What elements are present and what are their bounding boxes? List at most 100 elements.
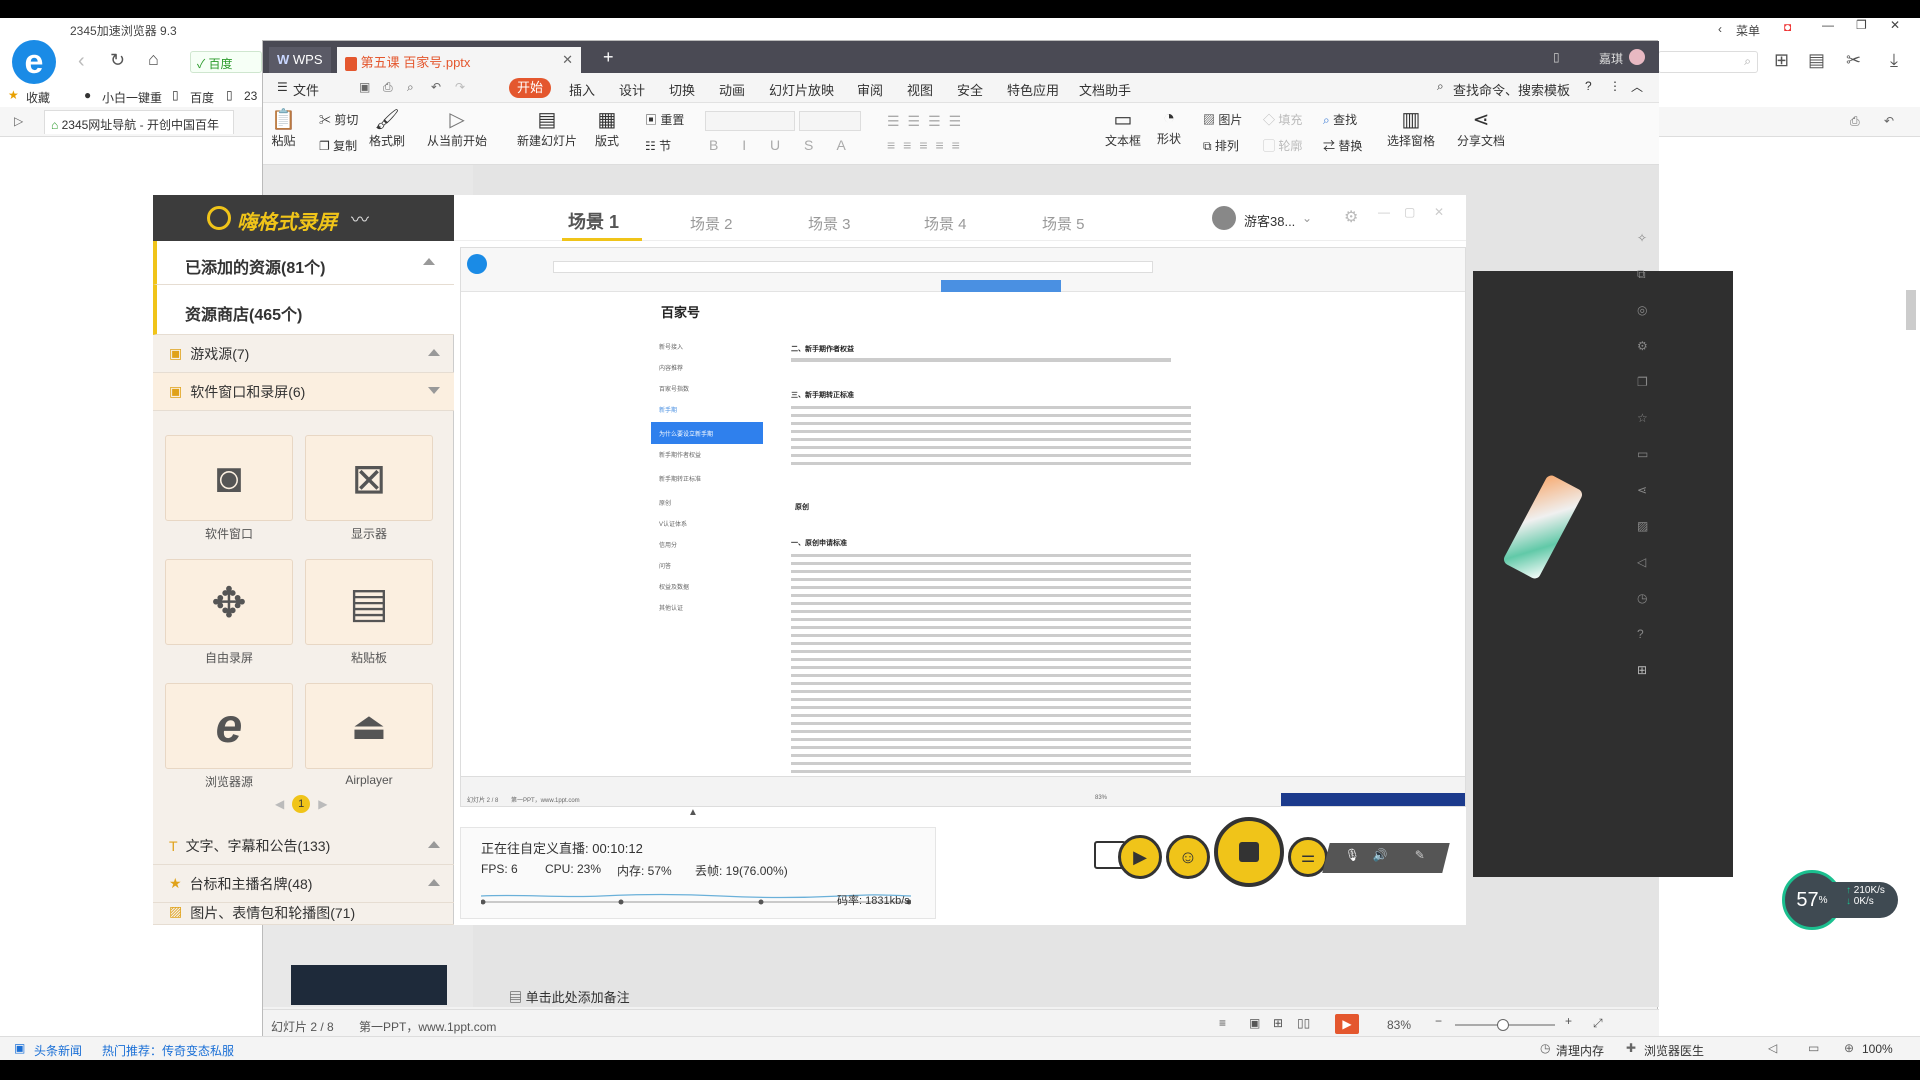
reader-icon[interactable]: ▤ <box>1808 50 1825 71</box>
align-buttons[interactable]: ≡≡≡≡≡ <box>887 137 968 153</box>
settings-icon[interactable]: ⚙ <box>1344 207 1358 227</box>
menu-transition[interactable]: 切换 <box>669 80 695 99</box>
tablet-icon[interactable]: ▯ <box>1553 50 1560 64</box>
new-slide-button[interactable]: ▤ 新建幻灯片 <box>517 107 577 149</box>
fav-item[interactable]: 收藏 <box>26 89 50 106</box>
share-icon[interactable]: ⋖ <box>1637 483 1647 497</box>
page-number[interactable]: 1 <box>292 795 311 813</box>
grid-icon[interactable]: ⊞ <box>1637 663 1647 677</box>
maximize-icon[interactable]: ▢ <box>1404 205 1415 219</box>
collapse-icon[interactable] <box>423 258 435 265</box>
play-from-current-button[interactable]: ▷ 从当前开始 <box>427 107 487 149</box>
copy-button[interactable]: ❐ 复制 <box>319 137 357 154</box>
collapse-icon[interactable]: ︿ <box>1631 78 1643 95</box>
font-style-buttons[interactable]: B I U S A <box>709 137 856 153</box>
sorter-view-icon[interactable]: ⊞ <box>1273 1016 1283 1030</box>
clean-memory[interactable]: 清理内存 <box>1556 1042 1604 1059</box>
star-icon[interactable]: ☆ <box>1637 411 1648 425</box>
image-icon[interactable]: ▨ <box>1637 519 1648 533</box>
history-icon[interactable]: ◷ <box>1637 591 1647 605</box>
stop-recording-button[interactable] <box>1214 817 1284 887</box>
expand-up-icon[interactable]: ▲ <box>688 807 698 818</box>
next-page-icon[interactable]: ▶ <box>318 797 327 811</box>
close-icon[interactable]: ✕ <box>1434 205 1444 219</box>
apps-icon[interactable]: ⊞ <box>1774 50 1789 71</box>
menu-security[interactable]: 安全 <box>957 80 983 99</box>
shirt-icon[interactable]: ◘ <box>1784 20 1791 34</box>
menu-review[interactable]: 审阅 <box>857 80 883 99</box>
scene-tab-4[interactable]: 场景 4 <box>924 213 967 234</box>
home-icon[interactable]: ⌂ <box>148 49 159 70</box>
avatar[interactable] <box>1629 49 1645 65</box>
help-icon[interactable]: ? <box>1637 627 1644 641</box>
browser-tab[interactable]: ⌂ 2345网址导航 - 开创中国百年 <box>44 110 234 134</box>
shapes-icon[interactable]: ◎ <box>1637 303 1647 317</box>
menu-design[interactable]: 设计 <box>619 80 645 99</box>
selection-pane-button[interactable]: ▥ 选择窗格 <box>1387 107 1435 149</box>
close-icon[interactable]: ✕ <box>1890 18 1900 32</box>
replace-button[interactable]: ⇄ 替换 <box>1323 137 1362 154</box>
picture-button[interactable]: ▨ 图片 <box>1203 111 1242 128</box>
cut-button[interactable]: ✂ 剪切 <box>319 111 358 128</box>
section-button[interactable]: ☷ 节 <box>645 137 671 154</box>
tile-airplayer[interactable]: ⏏ Airplayer <box>305 683 433 787</box>
close-tab-icon[interactable]: ✕ <box>562 52 573 68</box>
category-game[interactable]: ▣ 游戏源(7) <box>153 335 454 373</box>
textbox-button[interactable]: ▭ 文本框 <box>1105 107 1141 149</box>
menu-features[interactable]: 特色应用 <box>1007 80 1059 99</box>
font-family-select[interactable] <box>705 111 795 131</box>
menu-slideshow[interactable]: 幻灯片放映 <box>769 80 834 99</box>
fav-item[interactable]: 23 <box>244 89 257 103</box>
play-slideshow-button[interactable]: ▶ <box>1335 1014 1359 1034</box>
net-speed-widget[interactable]: 57% ↑ 210K/s ↓ 0K/s <box>1782 870 1902 930</box>
camera-button[interactable]: ▶ <box>1118 835 1162 879</box>
more-icon[interactable]: ⋮ <box>1609 79 1621 93</box>
wps-home-tab[interactable]: W WPS <box>269 47 331 73</box>
share-button[interactable]: ⋖ 分享文档 <box>1457 107 1505 149</box>
webcam-button[interactable]: ☺ <box>1166 835 1210 879</box>
tile-display[interactable]: ⊠ 显示器 <box>305 435 433 542</box>
menu-animation[interactable]: 动画 <box>719 80 745 99</box>
menu-insert[interactable]: 插入 <box>569 80 595 99</box>
zoom-slider[interactable] <box>1455 1019 1555 1031</box>
speaker-icon[interactable]: 🔊 <box>1373 848 1388 862</box>
collapse-icon[interactable] <box>428 841 440 848</box>
category-text[interactable]: T 文字、字幕和公告(133) <box>153 827 454 865</box>
chevron-left-icon[interactable]: ‹ <box>1718 22 1722 36</box>
zoom-out-icon[interactable]: − <box>1435 1014 1442 1028</box>
slide-thumbnail[interactable] <box>291 965 447 1005</box>
zoom-in-icon[interactable]: + <box>1565 1014 1572 1028</box>
menu-file[interactable]: 文件 <box>293 80 319 99</box>
settings-icon[interactable]: ⚙ <box>1637 339 1648 353</box>
refresh-icon[interactable]: ↻ <box>110 50 125 71</box>
prev-page-icon[interactable]: ◀ <box>275 797 284 811</box>
print-icon[interactable]: ⎙ <box>383 80 393 95</box>
undo-icon[interactable]: ↶ <box>431 80 441 94</box>
browser-zoom[interactable]: 100% <box>1862 1042 1893 1056</box>
hot-link[interactable]: 热门推荐：传奇变态私服 <box>102 1042 234 1059</box>
printer-icon[interactable]: ⎙ <box>1850 114 1860 129</box>
copy-icon[interactable]: ❐ <box>1637 375 1648 389</box>
preview-icon[interactable]: ⌕ <box>407 80 414 95</box>
sound-icon[interactable]: ◁ <box>1637 555 1646 569</box>
tile-software-window[interactable]: ◙ 软件窗口 <box>165 435 293 542</box>
redo-icon[interactable]: ↷ <box>455 80 465 94</box>
scene-tab-3[interactable]: 场景 3 <box>808 213 851 234</box>
scene-tab-2[interactable]: 场景 2 <box>690 213 733 234</box>
notes-toggle-icon[interactable]: ≡ <box>1219 1016 1226 1030</box>
category-badge[interactable]: ★ 台标和主播名牌(48) <box>153 865 454 903</box>
browser-scrollbar[interactable] <box>1906 290 1916 330</box>
search-input[interactable]: ⌕ <box>1658 51 1758 73</box>
font-size-select[interactable] <box>799 111 861 131</box>
download-icon[interactable]: ⤓ <box>1890 50 1898 71</box>
microphone-icon[interactable]: 🎙 <box>1345 848 1360 862</box>
browser-menu-label[interactable]: 菜单 <box>1736 22 1760 39</box>
address-badge[interactable]: ✓ 百度 <box>190 51 262 73</box>
minimize-icon[interactable]: — <box>1822 18 1834 32</box>
news-link[interactable]: 头条新闻 <box>34 1042 82 1059</box>
arrange-button[interactable]: ⧉ 排列 <box>1203 137 1239 154</box>
zoom-thumb[interactable] <box>1497 1019 1509 1031</box>
category-image[interactable]: ▨ 图片、表情包和轮播图(71) <box>153 903 454 925</box>
command-search[interactable]: 查找命令、搜索模板 <box>1453 80 1570 99</box>
outline-button[interactable]: ▢ 轮廓 <box>1263 137 1302 154</box>
